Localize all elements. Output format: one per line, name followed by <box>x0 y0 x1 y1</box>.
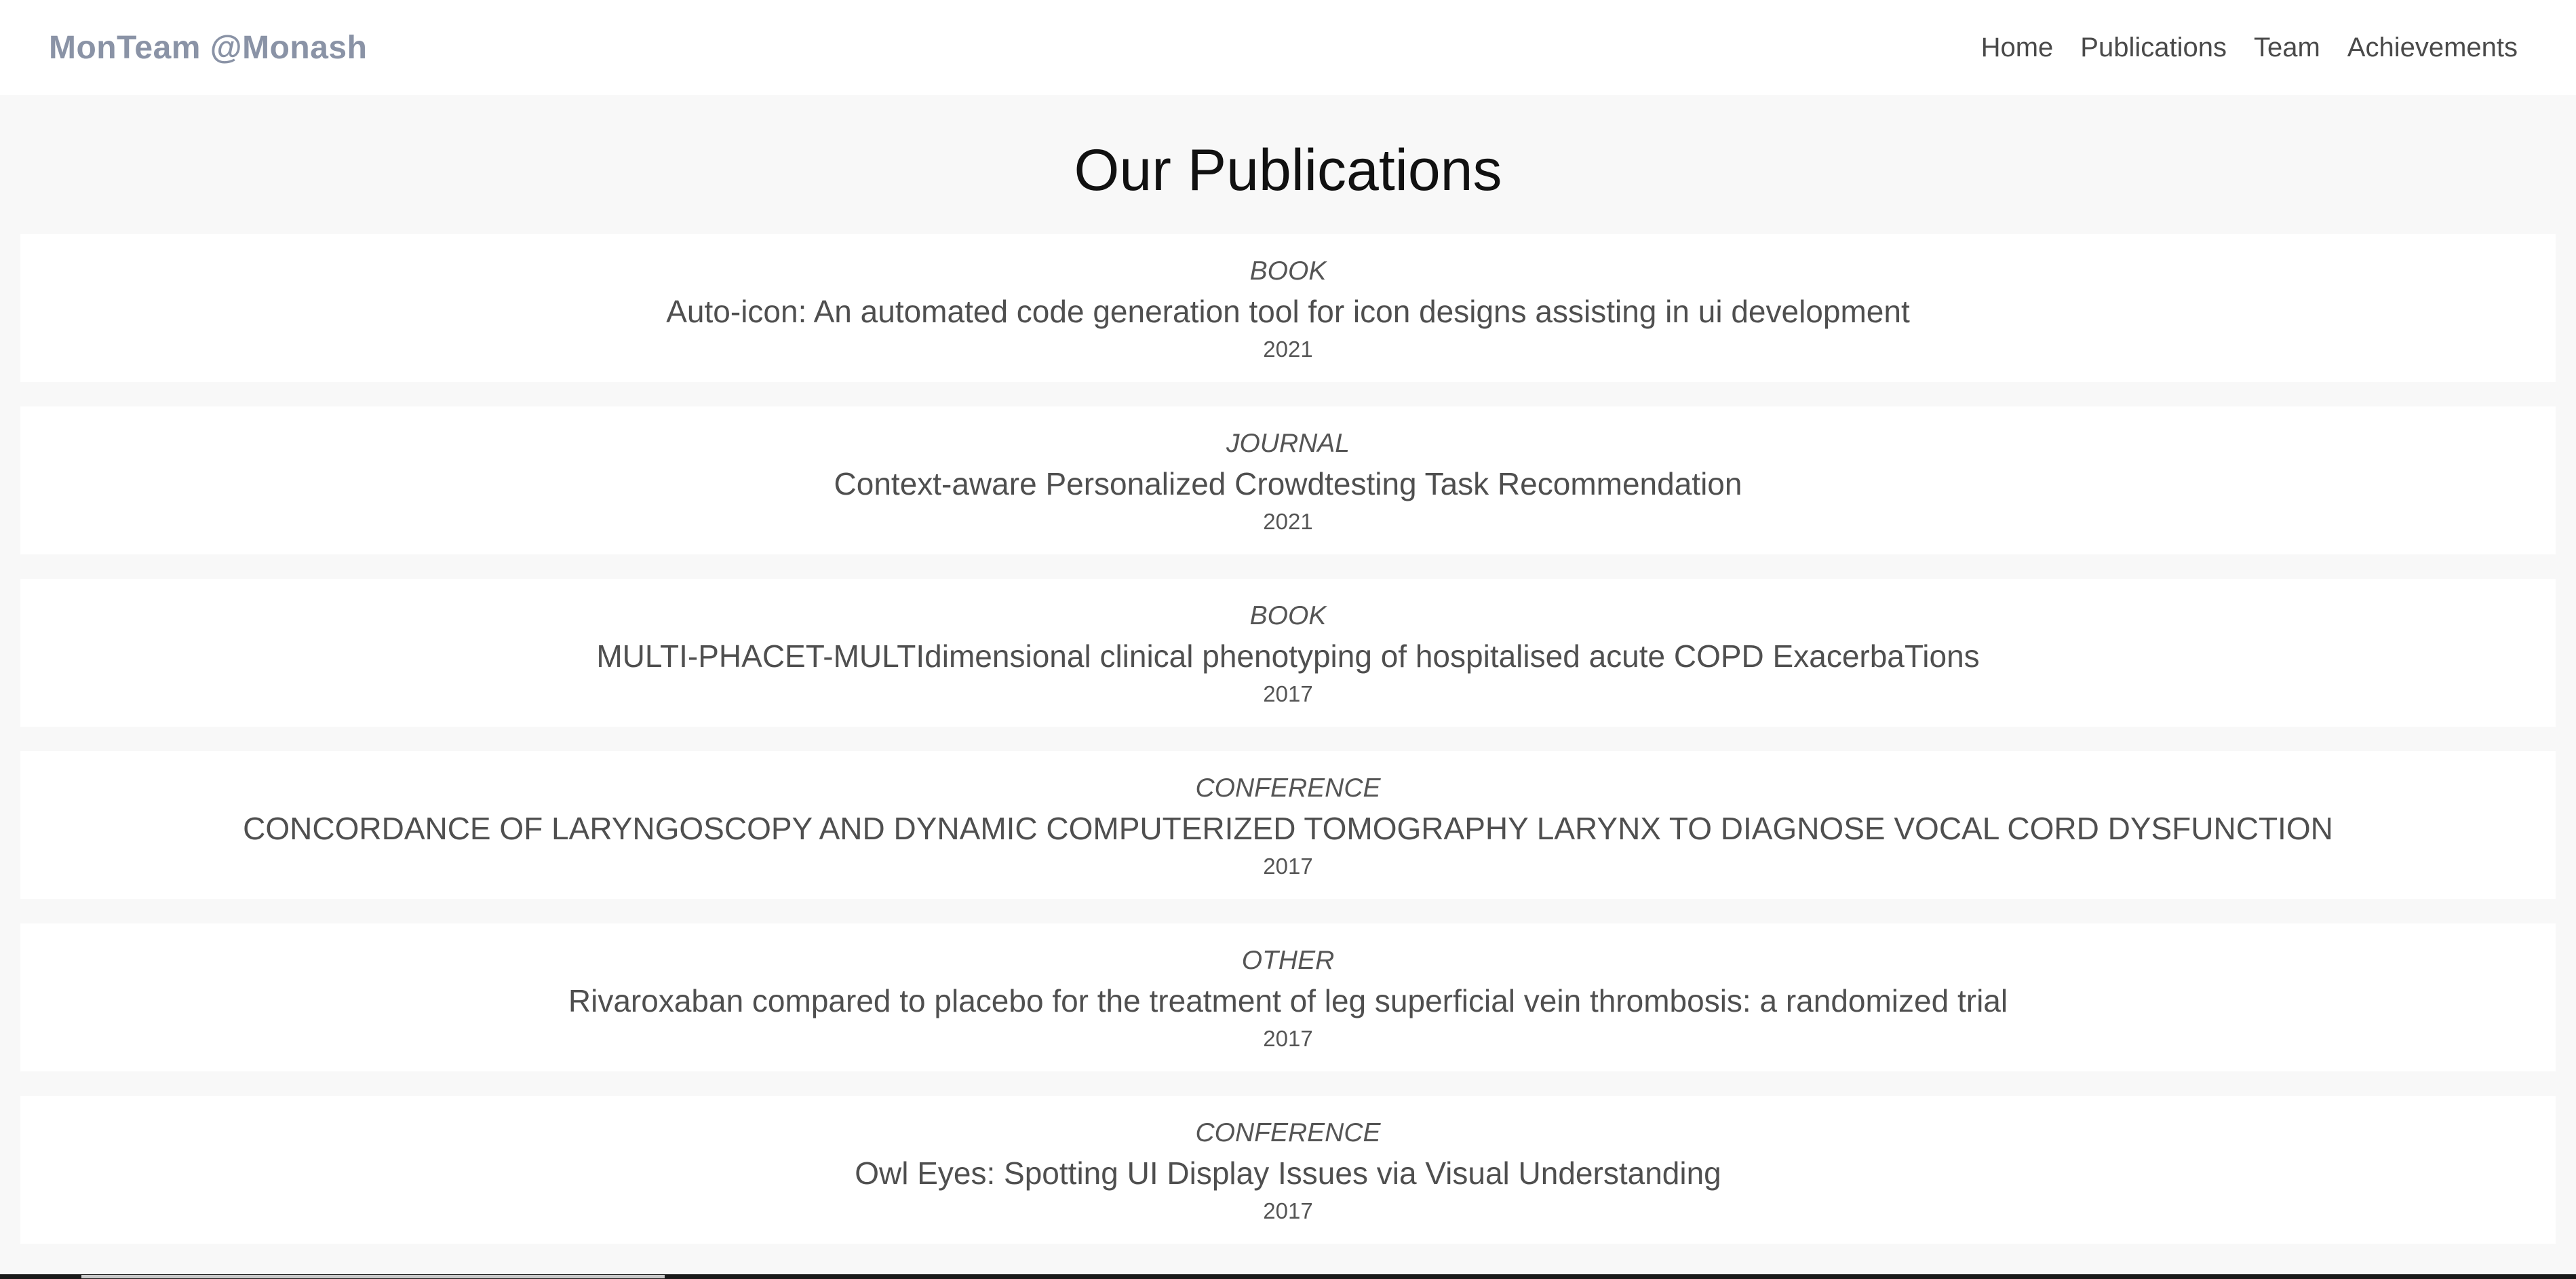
scrollbar-thumb[interactable] <box>81 1275 665 1278</box>
publication-year: 2021 <box>1263 509 1313 534</box>
publication-title[interactable]: CONCORDANCE OF LARYNGOSCOPY AND DYNAMIC … <box>243 806 2333 851</box>
horizontal-scrollbar[interactable] <box>0 1274 2576 1279</box>
nav-link-achievements[interactable]: Achievements <box>2347 33 2518 63</box>
publication-card[interactable]: JOURNAL Context-aware Personalized Crowd… <box>20 406 2556 554</box>
nav-link-team[interactable]: Team <box>2254 33 2320 63</box>
publication-year: 2017 <box>1263 681 1313 706</box>
publication-type: OTHER <box>1241 946 1335 975</box>
publication-title[interactable]: Owl Eyes: Spotting UI Display Issues via… <box>855 1151 1721 1196</box>
publication-type: BOOK <box>1249 601 1327 630</box>
publication-year: 2017 <box>1263 854 1313 879</box>
publication-year: 2017 <box>1263 1026 1313 1051</box>
publication-title[interactable]: Rivaroxaban compared to placebo for the … <box>568 978 2008 1023</box>
publication-card[interactable]: CONFERENCE CONCORDANCE OF LARYNGOSCOPY A… <box>20 751 2556 899</box>
publication-type: BOOK <box>1249 256 1327 286</box>
publication-card[interactable]: BOOK MULTI-PHACET-MULTIdimensional clini… <box>20 579 2556 727</box>
brand-logo-link[interactable]: MonTeam @Monash <box>49 29 367 66</box>
nav-link-home[interactable]: Home <box>1981 33 2054 63</box>
nav-link-publications[interactable]: Publications <box>2080 33 2227 63</box>
page-title: Our Publications <box>1074 138 1502 203</box>
publication-title[interactable]: MULTI-PHACET-MULTIdimensional clinical p… <box>596 634 1979 679</box>
publication-year: 2021 <box>1263 337 1313 362</box>
navbar: MonTeam @Monash Home Publications Team A… <box>0 0 2576 95</box>
publication-type: CONFERENCE <box>1195 1118 1381 1147</box>
nav-links: Home Publications Team Achievements <box>1981 33 2518 63</box>
publication-title[interactable]: Context-aware Personalized Crowdtesting … <box>834 461 1742 506</box>
publication-list: BOOK Auto-icon: An automated code genera… <box>20 234 2556 1268</box>
publication-type: CONFERENCE <box>1195 774 1381 803</box>
publication-type: JOURNAL <box>1226 429 1350 458</box>
publication-year: 2017 <box>1263 1198 1313 1223</box>
publication-title[interactable]: Auto-icon: An automated code generation … <box>666 289 1910 334</box>
publication-card[interactable]: CONFERENCE Owl Eyes: Spotting UI Display… <box>20 1096 2556 1244</box>
publication-card[interactable]: BOOK Auto-icon: An automated code genera… <box>20 234 2556 382</box>
publication-card[interactable]: OTHER Rivaroxaban compared to placebo fo… <box>20 923 2556 1071</box>
